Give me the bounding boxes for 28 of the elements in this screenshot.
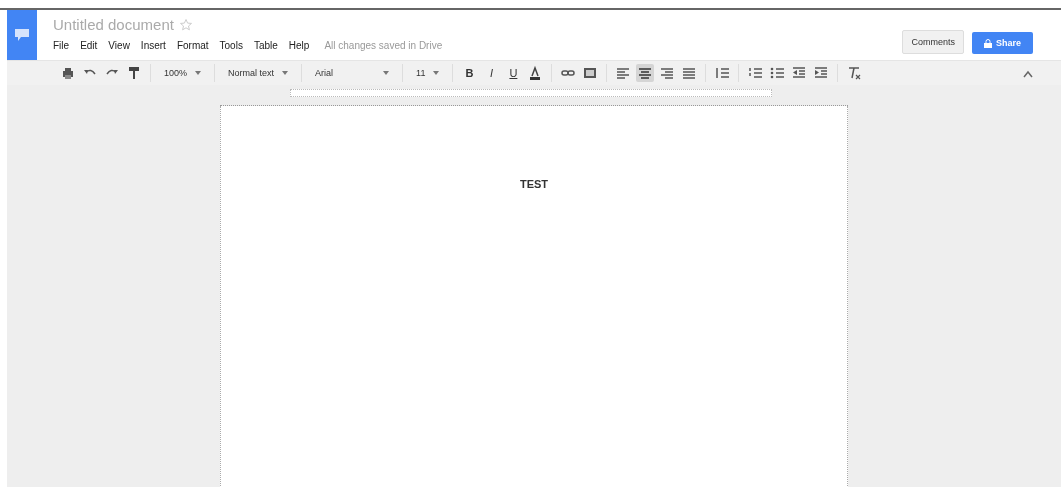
align-center-icon[interactable]	[636, 64, 655, 82]
toolbar-dropdown[interactable]: 100%	[164, 68, 202, 78]
underline-button[interactable]: U	[504, 64, 523, 82]
caret-icon	[433, 71, 440, 75]
menu-item[interactable]: Table	[253, 40, 278, 51]
bold-button[interactable]: B	[460, 64, 479, 82]
menu-item[interactable]: View	[108, 40, 130, 51]
save-status: All changes saved in Drive	[324, 40, 443, 51]
menu-item[interactable]: Tools	[219, 40, 243, 51]
menu-item[interactable]: File	[53, 40, 70, 51]
toolbar-dropdown[interactable]: Arial	[315, 68, 390, 78]
star-icon[interactable]	[179, 18, 192, 31]
docs-logo-icon[interactable]	[7, 10, 37, 60]
menu-item[interactable]: Insert	[140, 40, 166, 51]
lock-icon	[984, 38, 992, 48]
caret-icon	[282, 71, 289, 75]
toolbar-dropdown[interactable]: 11	[416, 68, 440, 78]
menu-item[interactable]: Format	[176, 40, 209, 51]
comments-button[interactable]: Comments	[902, 30, 964, 54]
menu-item[interactable]: Edit	[80, 40, 98, 51]
body-text: TEST	[519, 178, 549, 192]
toolbar-dropdown[interactable]: Normal text	[228, 68, 289, 78]
document-page[interactable]: TEST	[220, 106, 848, 487]
share-button[interactable]: Share	[972, 32, 1033, 54]
italic-button[interactable]: I	[482, 64, 501, 82]
menu-item[interactable]: Help	[288, 40, 310, 51]
caret-icon	[383, 71, 390, 75]
caret-icon	[195, 71, 202, 75]
